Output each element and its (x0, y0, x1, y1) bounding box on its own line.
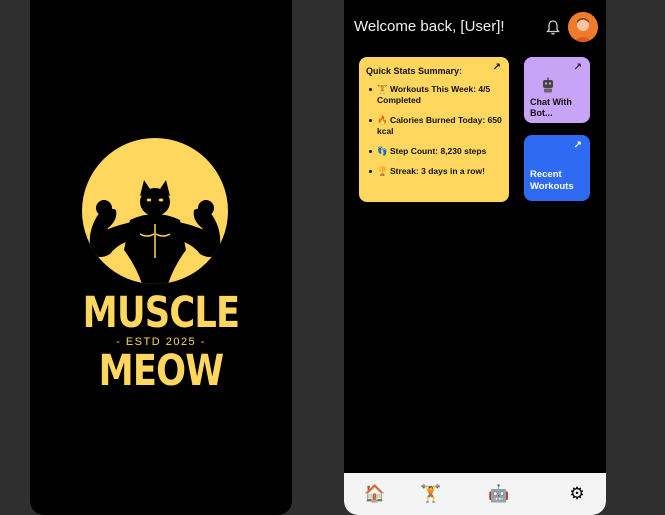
arrow-up-right-icon: ↗ (573, 140, 582, 151)
dashboard-screen: Welcome back, [User]! ↗ Quick Stats Summ… (344, 0, 606, 515)
chat-card-label: Chat With Bot... (530, 97, 572, 118)
arrow-up-right-icon: ↗ (573, 62, 582, 73)
stats-title: Quick Stats Summary: (366, 66, 463, 76)
welcome-text: Welcome back, [User]! (354, 18, 505, 35)
chat-with-bot-card[interactable]: ↗ Chat With Bot... (524, 57, 590, 123)
workouts-nav-icon[interactable]: 🏋 (420, 483, 442, 505)
user-avatar[interactable] (568, 12, 598, 42)
dashboard-header: Welcome back, [User]! (344, 0, 606, 48)
splash-screen: MUSCLE - ESTD 2025 - MEOW (30, 0, 292, 515)
home-icon[interactable]: 🏠 (364, 483, 386, 505)
settings-gear-icon[interactable]: ⚙ (566, 483, 588, 505)
robot-icon (541, 77, 555, 96)
stat-calories: 🔥 Calories Burned Today: 650 kcal (366, 115, 502, 137)
logo-title-bottom: MEOW (98, 346, 225, 396)
stat-streak: 🏆 Streak: 3 days in a row! (366, 166, 502, 177)
quick-stats-card[interactable]: ↗ Quick Stats Summary: 🏋 Workouts This W… (359, 57, 509, 202)
recent-workouts-card[interactable]: ↗ Recent Workouts (524, 135, 590, 201)
stat-steps: 👣 Step Count: 8,230 steps (366, 146, 502, 157)
arrow-up-right-icon: ↗ (492, 62, 501, 73)
muscle-cat-logo-icon (82, 138, 228, 284)
workouts-card-label: Recent Workouts (530, 169, 574, 192)
bottom-navigation: 🏠 🏋 🤖 ⚙ (344, 473, 606, 515)
logo-title-top: MUSCLE (82, 288, 240, 338)
bell-icon[interactable] (546, 20, 560, 36)
stats-list: 🏋 Workouts This Week: 4/5 Completed 🔥 Ca… (366, 84, 502, 177)
stat-workouts: 🏋 Workouts This Week: 4/5 Completed (366, 84, 502, 106)
robot-nav-icon[interactable]: 🤖 (488, 483, 510, 505)
